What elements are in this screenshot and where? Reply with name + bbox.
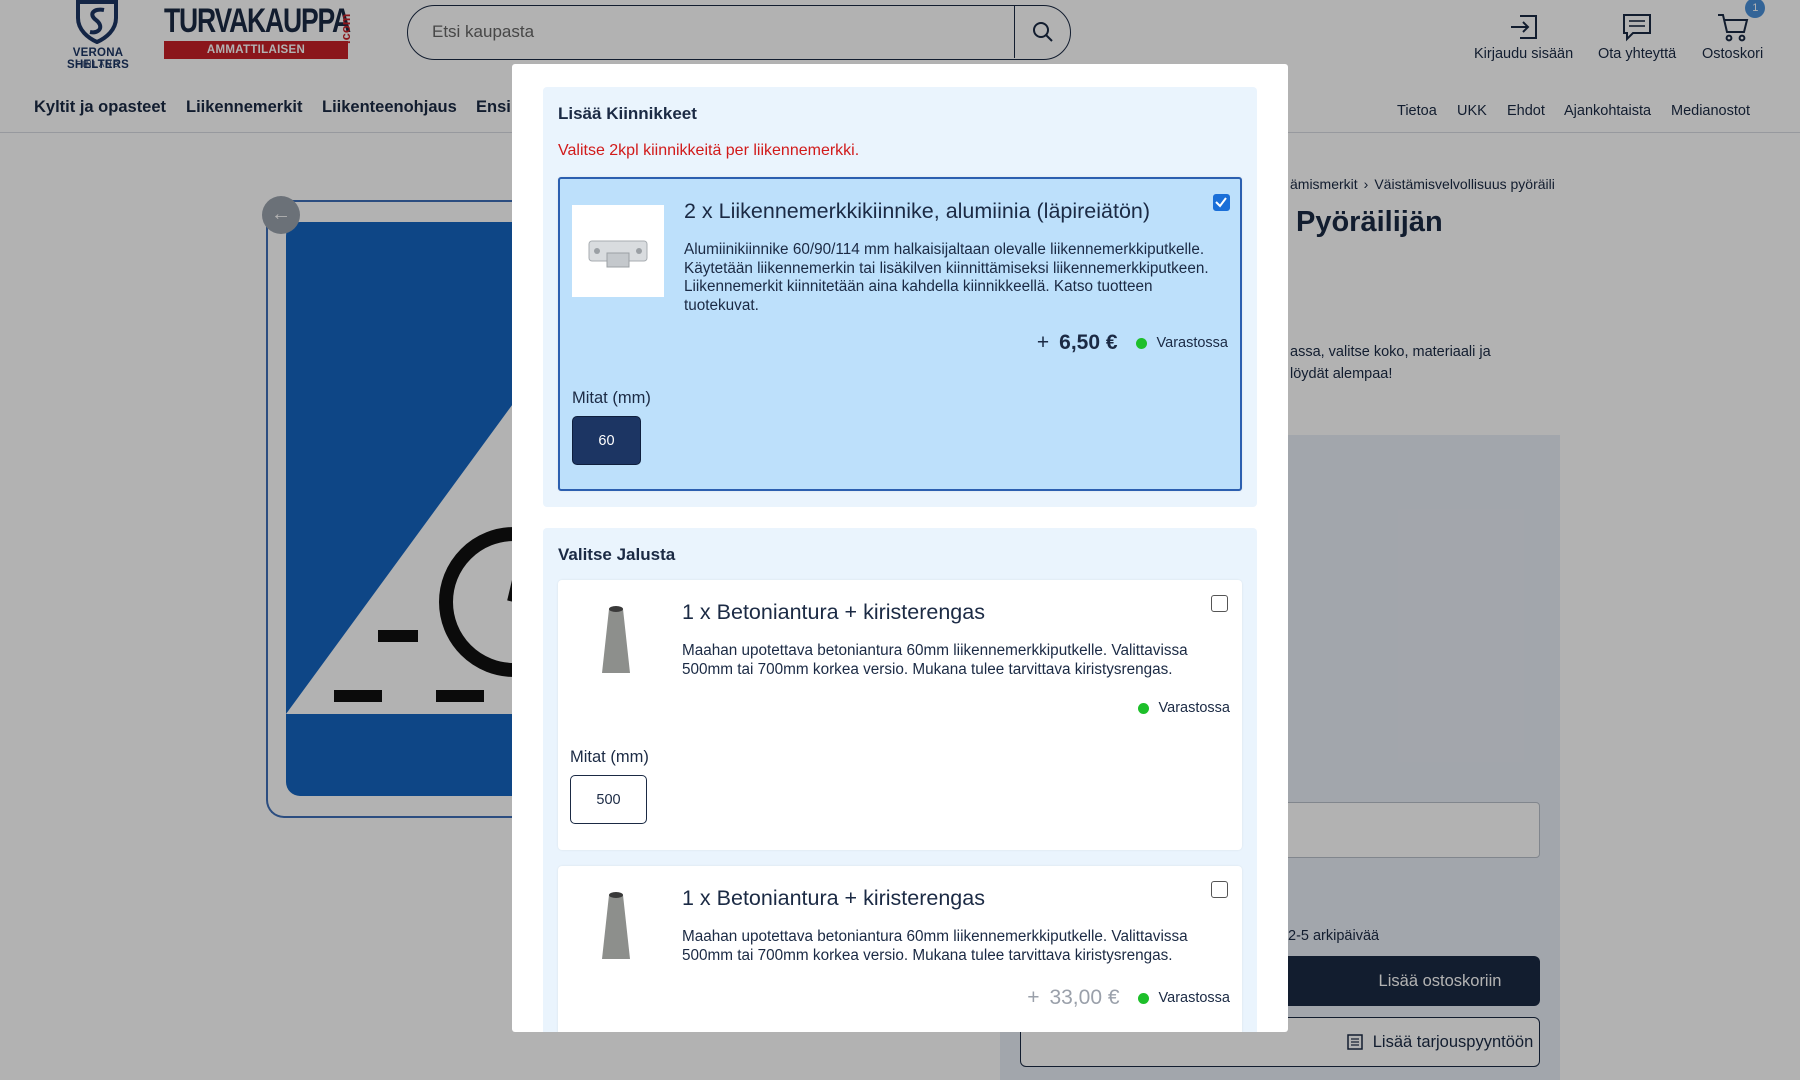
stock-status: Varastossa <box>1158 990 1230 1006</box>
dimension-label: Mitat (mm) <box>572 389 651 407</box>
checkmark-icon <box>1215 197 1227 208</box>
stand-checkbox[interactable] <box>1211 595 1228 612</box>
fasteners-title: Lisää Kiinnikkeet <box>558 104 697 123</box>
stand-thumbnail <box>570 594 662 686</box>
fastener-price-row: + 6,50 € Varastossa <box>1037 331 1228 355</box>
stand-option-card[interactable]: 1 x Betoniantura + kiristerengas Maahan … <box>558 580 1242 850</box>
concrete-base-image-icon <box>602 892 630 959</box>
stand-checkbox[interactable] <box>1211 881 1228 898</box>
price-prefix: + <box>1027 986 1040 1009</box>
in-stock-icon <box>1135 337 1147 349</box>
in-stock-icon <box>1137 702 1149 714</box>
fasteners-section: Lisää Kiinnikkeet Valitse 2kpl kiinnikke… <box>543 87 1257 507</box>
fastener-thumbnail <box>572 205 664 297</box>
bracket-image-icon <box>588 240 648 268</box>
fastener-title: 2 x Liikennemerkkikiinnike, alumiinia (l… <box>684 199 1151 223</box>
stock-status: Varastossa <box>1158 700 1230 716</box>
stand-price: 33,00 € <box>1049 986 1120 1009</box>
stand-description: Maahan upotettava betoniantura 60mm liik… <box>682 928 1188 964</box>
in-stock-icon <box>1137 992 1149 1004</box>
stand-stock-row: Varastossa <box>1130 700 1230 716</box>
fastener-checkbox[interactable] <box>1213 194 1230 211</box>
dimension-label: Mitat (mm) <box>570 748 649 766</box>
fastener-price: 6,50 € <box>1059 331 1118 354</box>
stand-title-text: 1 x Betoniantura + kiristerengas <box>682 600 985 624</box>
price-prefix: + <box>1036 331 1050 354</box>
accessories-modal: Lisää Kiinnikkeet Valitse 2kpl kiinnikke… <box>512 64 1288 1032</box>
stand-title-text: 1 x Betoniantura + kiristerengas <box>682 886 985 910</box>
dimension-option-500[interactable]: 500 <box>570 775 647 824</box>
stand-description: Maahan upotettava betoniantura 60mm liik… <box>682 642 1188 678</box>
stock-status: Varastossa <box>1156 335 1228 351</box>
stand-title: Valitse Jalusta <box>558 545 676 564</box>
fasteners-warning: Valitse 2kpl kiinnikkeitä per liikenneme… <box>558 142 860 159</box>
fastener-option-card[interactable]: 2 x Liikennemerkkikiinnike, alumiinia (l… <box>558 177 1242 491</box>
concrete-base-image-icon <box>602 606 630 673</box>
stand-thumbnail <box>570 880 662 972</box>
fastener-description: Alumiinikiinnike 60/90/114 mm halkaisija… <box>684 241 1209 314</box>
stand-option-card[interactable]: 1 x Betoniantura + kiristerengas Maahan … <box>558 866 1242 1032</box>
stand-section: Valitse Jalusta 1 x Betoniantura + kiris… <box>543 528 1257 1032</box>
dimension-option-60[interactable]: 60 <box>572 416 641 465</box>
stand-price-row: + 33,00 € Varastossa <box>1027 986 1230 1010</box>
